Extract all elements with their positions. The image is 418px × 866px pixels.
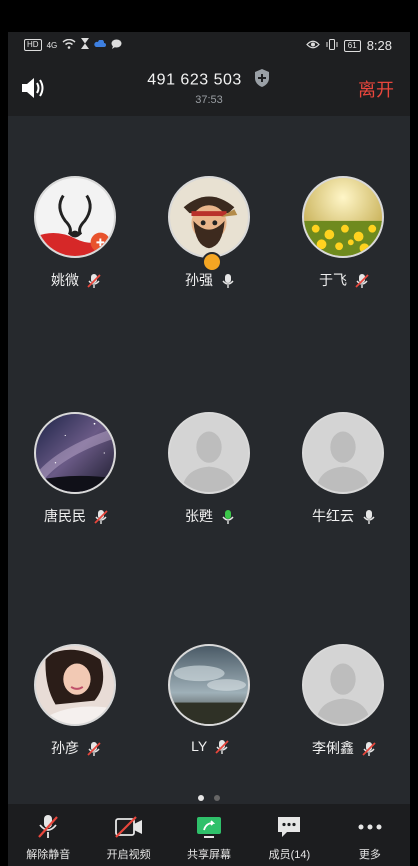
mic-muted-icon xyxy=(94,510,108,525)
members-label: 成员(14) xyxy=(268,849,311,861)
participant-name: 孙彦 xyxy=(51,740,80,756)
battery-indicator: 61 xyxy=(343,39,361,52)
mic-icon xyxy=(222,274,234,289)
unmute-label: 解除静音 xyxy=(26,849,71,861)
meeting-id-text: 491 623 503 xyxy=(147,71,242,89)
meeting-screen: HD 4G 61 8:28 491 623 503 37:53 离开 姚微 孙强… xyxy=(8,32,410,866)
participant-tile[interactable]: 张甦 xyxy=(150,412,270,542)
video-off-icon xyxy=(114,816,142,838)
participant-tile[interactable]: 牛红云 xyxy=(284,412,404,542)
participant-tile[interactable]: 唐民民 xyxy=(16,412,136,542)
cloud-icon xyxy=(94,39,107,51)
start-video-button[interactable]: 开启视频 xyxy=(88,804,168,866)
signal-icon: 4G xyxy=(46,40,58,50)
avatar xyxy=(168,412,250,494)
swans-avatar-image xyxy=(36,178,114,256)
participant-name: 唐民民 xyxy=(44,508,87,524)
avatar xyxy=(302,412,384,494)
default-avatar-icon xyxy=(304,414,382,492)
flowers-avatar-image xyxy=(304,178,382,256)
more-button[interactable]: 更多 xyxy=(330,804,410,866)
meeting-id[interactable]: 491 623 503 xyxy=(8,68,410,93)
wifi-icon xyxy=(62,38,76,52)
participant-name: 牛红云 xyxy=(312,508,355,524)
participant-grid: 姚微 孙强 于飞 唐民民 张甦 牛红云 孙彦 LY 李俐鑫 xyxy=(8,116,410,796)
default-avatar-icon xyxy=(304,646,382,724)
host-badge-icon xyxy=(202,252,222,272)
participant-tile[interactable]: 孙强 xyxy=(150,176,270,306)
share-screen-icon xyxy=(197,817,222,838)
participant-name: 张甦 xyxy=(185,508,214,524)
participant-name: 姚微 xyxy=(51,272,80,288)
galaxy-avatar-image xyxy=(36,414,114,492)
avatar xyxy=(302,644,384,726)
leave-button[interactable]: 离开 xyxy=(358,76,394,102)
meeting-toolbar: 解除静音 开启视频 共享屏幕 成员(14) 更多 xyxy=(8,804,410,866)
hd-indicator: HD xyxy=(24,39,42,51)
meeting-header: 491 623 503 37:53 离开 xyxy=(8,60,410,116)
shield-icon xyxy=(253,68,271,93)
portrait-avatar-image xyxy=(36,646,114,724)
avatar xyxy=(34,176,116,258)
mic-muted-icon xyxy=(87,274,101,289)
more-dots-icon xyxy=(358,824,382,830)
avatar xyxy=(302,176,384,258)
avatar xyxy=(34,412,116,494)
more-label: 更多 xyxy=(358,849,381,861)
share-screen-label: 共享屏幕 xyxy=(187,849,232,861)
unmute-button[interactable]: 解除静音 xyxy=(8,804,88,866)
hourglass-icon xyxy=(81,38,90,52)
eye-icon xyxy=(305,40,320,52)
participant-tile[interactable]: 孙彦 xyxy=(16,644,136,774)
mic-muted-icon xyxy=(38,815,59,838)
participant-name: 孙强 xyxy=(185,272,214,288)
page-dot[interactable] xyxy=(214,795,221,801)
chat-members-icon xyxy=(278,817,301,837)
share-screen-button[interactable]: 共享屏幕 xyxy=(169,804,249,866)
vibrate-icon xyxy=(326,38,338,53)
avatar xyxy=(168,176,250,258)
mic-muted-icon xyxy=(215,740,229,755)
mic-icon xyxy=(363,510,375,525)
mic-muted-icon xyxy=(362,742,376,757)
mic-speaking-icon xyxy=(222,510,234,525)
mic-muted-icon xyxy=(355,274,369,289)
chat-bubble-icon xyxy=(111,39,122,52)
pirate-avatar-image xyxy=(170,178,248,256)
sky-avatar-image xyxy=(170,646,248,724)
avatar xyxy=(168,644,250,726)
page-dot-active[interactable] xyxy=(197,795,204,801)
participant-tile[interactable]: LY xyxy=(150,644,270,774)
clock: 8:28 xyxy=(366,38,392,53)
participant-name: 于飞 xyxy=(319,272,348,288)
start-video-label: 开启视频 xyxy=(106,849,151,861)
status-bar: HD 4G 61 8:28 xyxy=(8,32,410,60)
mic-muted-icon xyxy=(87,742,101,757)
participant-name: LY xyxy=(191,738,207,754)
meeting-timer: 37:53 xyxy=(195,94,223,106)
participant-tile[interactable]: 姚微 xyxy=(16,176,136,306)
members-button[interactable]: 成员(14) xyxy=(249,804,329,866)
participant-tile[interactable]: 李俐鑫 xyxy=(284,644,404,774)
avatar xyxy=(34,644,116,726)
default-avatar-icon xyxy=(170,414,248,492)
participant-tile[interactable]: 于飞 xyxy=(284,176,404,306)
participant-name: 李俐鑫 xyxy=(312,740,355,756)
